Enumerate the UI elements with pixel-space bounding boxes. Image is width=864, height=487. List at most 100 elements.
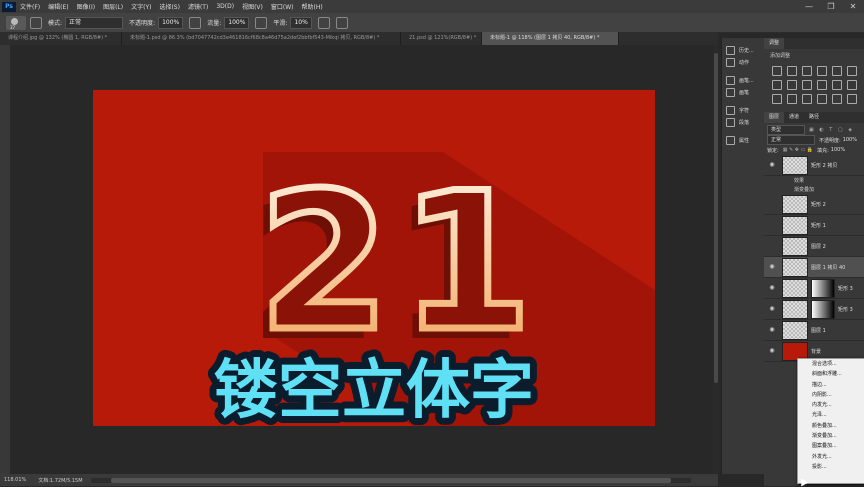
menu-item-satin[interactable]: 光泽... <box>798 410 864 420</box>
scroll-thumb[interactable] <box>714 53 718 383</box>
effects-row[interactable]: 效果 <box>764 176 864 185</box>
curves-icon[interactable] <box>802 66 812 76</box>
brush-settings-panel-button[interactable]: 画笔... <box>722 74 764 86</box>
menu-item-stroke[interactable]: 描边... <box>798 380 864 390</box>
history-panel-button[interactable]: 历史... <box>722 44 764 56</box>
eye-icon[interactable]: ◉ <box>768 327 776 333</box>
menu-item-inner-glow[interactable]: 内发光... <box>798 400 864 410</box>
layer-mask[interactable] <box>811 299 835 319</box>
layer-row[interactable]: ◉ 矩形 3 <box>764 299 864 320</box>
menu-item-bevel-emboss[interactable]: 斜面和浮雕... <box>798 369 864 379</box>
black-white-icon[interactable] <box>802 80 812 90</box>
hue-icon[interactable] <box>772 80 782 90</box>
eye-icon[interactable] <box>768 201 776 207</box>
eye-icon[interactable] <box>768 243 776 249</box>
document-size[interactable]: 文档:1.72M/5.15M <box>38 477 82 484</box>
airbrush-icon[interactable] <box>255 16 268 29</box>
fill-value[interactable]: 100% <box>831 147 845 153</box>
invert-icon[interactable] <box>772 94 782 104</box>
mode-select[interactable]: 正常 <box>65 16 124 29</box>
menu-item-gradient-overlay[interactable]: 渐变叠加... <box>798 431 864 441</box>
minimize-button[interactable]: — <box>798 0 820 13</box>
menu-file[interactable]: 文件(F) <box>20 2 40 11</box>
levels-icon[interactable] <box>787 66 797 76</box>
eye-icon[interactable]: ◉ <box>768 306 776 312</box>
tab-channels[interactable]: 通道 <box>784 112 804 123</box>
menu-edit[interactable]: 编辑(E) <box>48 2 68 11</box>
color-balance-icon[interactable] <box>787 80 797 90</box>
menu-filter[interactable]: 滤镜(T) <box>188 2 208 11</box>
channel-mixer-icon[interactable] <box>832 80 842 90</box>
menu-item-inner-shadow[interactable]: 内阴影... <box>798 390 864 400</box>
pressure-size-icon[interactable] <box>335 16 348 29</box>
menu-view[interactable]: 视图(V) <box>242 2 263 11</box>
paragraph-panel-button[interactable]: 段落 <box>722 116 764 128</box>
layer-row[interactable]: 图层 2 <box>764 236 864 257</box>
brush-preset-picker[interactable]: 37 <box>6 15 26 30</box>
menu-item-color-overlay[interactable]: 颜色叠加... <box>798 421 864 431</box>
menu-item-blending-options[interactable]: 混合选项... <box>798 359 864 369</box>
exposure-icon[interactable] <box>817 66 827 76</box>
layer-row[interactable]: 矩形 1 <box>764 215 864 236</box>
layer-row[interactable]: ◉ 矩形 2 拷贝 <box>764 155 864 176</box>
lock-icons[interactable]: ▦ ✎ ✥ ▭ 🔒 <box>783 147 813 153</box>
smooth-input[interactable]: 10% <box>290 16 312 29</box>
vertical-scrollbar[interactable] <box>713 45 719 474</box>
triangle-icon[interactable] <box>847 66 857 76</box>
scroll-thumb[interactable] <box>110 477 671 483</box>
eye-icon[interactable]: ◉ <box>768 285 776 291</box>
eye-icon[interactable]: ◉ <box>768 162 776 168</box>
menu-select[interactable]: 选择(S) <box>159 2 180 11</box>
layer-mask[interactable] <box>811 278 835 298</box>
tab-document-3[interactable]: 21.psd @ 121%(RGB/8#) * <box>401 32 482 45</box>
actions-panel-button[interactable]: 动作 <box>722 56 764 68</box>
character-panel-button[interactable]: 字符 <box>722 104 764 116</box>
layer-row[interactable]: ◉ 图层 1 <box>764 320 864 341</box>
blend-mode-select[interactable]: 正常 <box>767 135 815 145</box>
solid-icon[interactable] <box>847 94 857 104</box>
eye-icon[interactable]: ◉ <box>768 348 776 354</box>
menu-image[interactable]: 图像(I) <box>77 2 95 11</box>
restore-button[interactable]: ❐ <box>820 0 842 13</box>
gradient-map-icon[interactable] <box>832 94 842 104</box>
layer-row[interactable]: 矩形 2 <box>764 194 864 215</box>
brushes-panel-button[interactable]: 画笔 <box>722 86 764 98</box>
flow-input[interactable]: 100% <box>224 16 250 29</box>
menu-type[interactable]: 文字(Y) <box>131 2 151 11</box>
horizontal-scrollbar[interactable] <box>90 477 691 483</box>
eye-icon[interactable] <box>768 222 776 228</box>
opacity-value[interactable]: 100% <box>843 137 857 143</box>
menu-item-pattern-overlay[interactable]: 图案叠加... <box>798 441 864 451</box>
layer-row[interactable]: ◉ 矩形 3 <box>764 278 864 299</box>
tab-adjustments[interactable]: 调整 <box>764 38 785 49</box>
zoom-level[interactable]: 118.01% <box>4 477 26 483</box>
brightness-icon[interactable] <box>772 66 782 76</box>
pressure-opacity-icon[interactable] <box>189 16 202 29</box>
menu-item-drop-shadow[interactable]: 投影... <box>798 462 864 472</box>
eye-icon[interactable]: ◉ <box>768 264 776 270</box>
threshold-icon[interactable] <box>802 94 812 104</box>
menu-help[interactable]: 帮助(H) <box>302 2 323 11</box>
selective-color-icon[interactable] <box>817 94 827 104</box>
layer-row-selected[interactable]: ◉ 图层 1 拷贝 40 <box>764 257 864 278</box>
lookup-icon[interactable] <box>847 80 857 90</box>
close-button[interactable]: ✕ <box>842 0 864 13</box>
brush-settings-icon[interactable] <box>30 16 42 29</box>
gradient-overlay-row[interactable]: 渐变叠加 <box>764 185 864 194</box>
menu-3d[interactable]: 3D(D) <box>216 3 234 10</box>
posterize-icon[interactable] <box>787 94 797 104</box>
artboard[interactable]: 21 21 镂空立体字 镂空立体字 <box>93 90 655 426</box>
photo-filter-icon[interactable] <box>817 80 827 90</box>
tab-document-2[interactable]: 未标题-1.psd @ 86.3% (bd7047742cd3e461816cf… <box>122 32 401 45</box>
tab-paths[interactable]: 路径 <box>804 112 824 123</box>
filter-icons[interactable]: ▣ ◐ T ▢ ◈ <box>809 127 854 133</box>
menu-layer[interactable]: 图层(L) <box>103 2 123 11</box>
properties-panel-button[interactable]: 属性 <box>722 134 764 146</box>
gear-icon[interactable] <box>317 16 330 29</box>
tab-document-4[interactable]: 未标题-1 @ 118% (图层 1 拷贝 40, RGB/8#) * <box>482 32 619 45</box>
vibrance-icon[interactable] <box>832 66 842 76</box>
opacity-input[interactable]: 100% <box>158 16 184 29</box>
tab-document-1[interactable]: 课程介绍.jpg @ 132% (椭圆 1, RGB/8#) * <box>0 32 122 45</box>
menu-window[interactable]: 窗口(W) <box>271 2 294 11</box>
tab-layers[interactable]: 图层 <box>764 112 785 123</box>
